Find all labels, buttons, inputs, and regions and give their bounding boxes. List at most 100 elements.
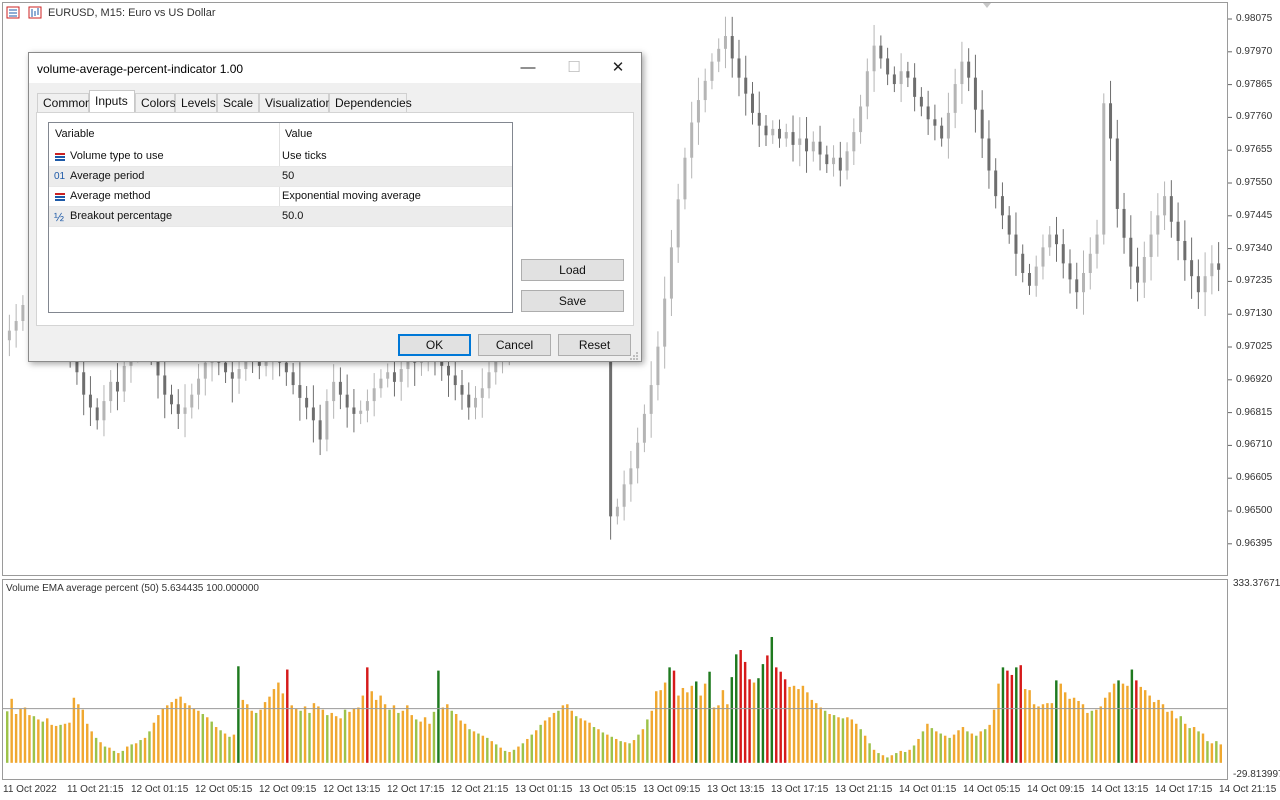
volume-bar	[903, 751, 907, 763]
candle-body	[919, 96, 923, 107]
tab-scale[interactable]: Scale	[217, 93, 259, 112]
resize-grip-icon[interactable]	[629, 351, 639, 361]
candle-body	[845, 151, 849, 171]
volume-bar	[810, 699, 814, 763]
volume-bar	[1166, 711, 1169, 763]
volume-bar	[1015, 667, 1018, 763]
volume-bar	[646, 719, 649, 763]
volume-bar	[1095, 709, 1098, 763]
candle-body	[102, 401, 106, 421]
volume-bar	[223, 733, 227, 763]
volume-bar	[374, 699, 378, 763]
ok-button[interactable]: OK	[398, 334, 471, 356]
volume-bar	[859, 729, 862, 763]
volume-bar	[1059, 683, 1062, 763]
candle-body	[345, 394, 349, 408]
candle-body	[170, 394, 174, 405]
volume-bar	[606, 734, 609, 763]
candle-body	[892, 74, 896, 85]
volume-bar	[312, 703, 316, 763]
tab-common[interactable]: Common	[37, 93, 92, 112]
volume-bar	[441, 707, 445, 763]
volume-bar	[783, 679, 787, 763]
volume-bar	[326, 715, 329, 763]
indicator-properties-dialog[interactable]: volume-average-percent-indicator 1.00 — …	[28, 52, 642, 362]
load-button[interactable]: Load	[521, 259, 624, 281]
volume-bar	[983, 729, 987, 763]
volume-bar	[494, 744, 498, 763]
volume-bar	[321, 709, 325, 763]
volume-bar	[77, 704, 80, 763]
candle-body	[886, 58, 890, 75]
volume-bar	[574, 716, 578, 763]
input-row-average-period[interactable]: 01 Average period 50	[49, 167, 512, 187]
candle-body	[953, 84, 957, 113]
candle-body	[372, 388, 376, 402]
volume-bar	[99, 742, 102, 763]
candle-body	[913, 77, 917, 97]
volume-bar	[166, 705, 169, 763]
input-value[interactable]: 50	[282, 170, 294, 182]
input-row-breakout-percentage[interactable]: ½ Breakout percentage 50.0	[49, 207, 512, 227]
tab-visualization[interactable]: Visualization	[259, 93, 332, 112]
tab-dependencies[interactable]: Dependencies	[329, 93, 412, 112]
volume-bar	[294, 708, 298, 763]
list-icon	[54, 191, 66, 203]
inputs-grid[interactable]: Variable Value Volume type to use Use ti…	[48, 122, 513, 313]
candle-body	[224, 362, 228, 373]
input-value[interactable]: Use ticks	[282, 150, 327, 162]
candle-body	[1210, 263, 1214, 277]
close-button[interactable]: ✕	[595, 53, 641, 83]
grid-header-value[interactable]: Value	[285, 123, 312, 145]
input-value[interactable]: Exponential moving average	[282, 190, 421, 202]
volume-bar	[752, 682, 756, 763]
tab-inputs[interactable]: Inputs	[89, 90, 135, 113]
volume-bar	[81, 709, 85, 763]
save-button[interactable]: Save	[521, 290, 624, 312]
volume-bar	[348, 711, 351, 763]
reset-button[interactable]: Reset	[558, 334, 631, 356]
volume-bar	[526, 738, 529, 763]
volume-bar	[623, 742, 627, 763]
volume-bar	[530, 734, 533, 763]
volume-bar	[1192, 727, 1196, 763]
volume-bar	[23, 707, 27, 763]
volume-bar	[228, 736, 231, 763]
volume-bar	[503, 750, 507, 763]
volume-bar	[534, 730, 538, 763]
maximize-button[interactable]: ☐	[551, 53, 597, 83]
candle-body	[690, 122, 694, 158]
tab-colors[interactable]: Colors	[135, 93, 176, 112]
volume-bar	[250, 710, 253, 763]
volume-bar	[939, 733, 942, 763]
volume-bar	[481, 735, 485, 763]
grid-header-variable[interactable]: Variable	[55, 123, 95, 145]
candle-body	[1115, 138, 1119, 209]
volume-bar	[210, 721, 213, 763]
time-axis-label: 11 Oct 21:15	[67, 784, 124, 795]
dialog-titlebar[interactable]: volume-average-percent-indicator 1.00 — …	[29, 53, 641, 83]
candle-body	[1082, 272, 1086, 293]
volume-bar	[921, 731, 925, 763]
volume-bar	[343, 709, 347, 763]
tab-levels[interactable]: Levels	[175, 93, 217, 112]
volume-bar	[686, 692, 689, 763]
volume-bar	[308, 712, 311, 763]
input-row-volume-type[interactable]: Volume type to use Use ticks	[49, 147, 512, 167]
volume-bar	[846, 717, 849, 763]
volume-bar	[1041, 704, 1045, 763]
price-axis-label: 0.96710	[1236, 439, 1273, 451]
input-value[interactable]: 50.0	[282, 210, 303, 222]
volume-bar	[334, 716, 338, 763]
candle-body	[122, 365, 126, 392]
candle-body	[636, 442, 640, 469]
cancel-button[interactable]: Cancel	[478, 334, 551, 356]
volume-bar	[303, 706, 307, 763]
volume-bar	[272, 689, 276, 763]
candle-body	[474, 397, 478, 408]
candle-body	[669, 247, 673, 299]
volume-bar	[286, 669, 289, 763]
input-row-average-method[interactable]: Average method Exponential moving averag…	[49, 187, 512, 207]
minimize-button[interactable]: —	[505, 53, 551, 83]
volume-bar	[819, 707, 822, 763]
